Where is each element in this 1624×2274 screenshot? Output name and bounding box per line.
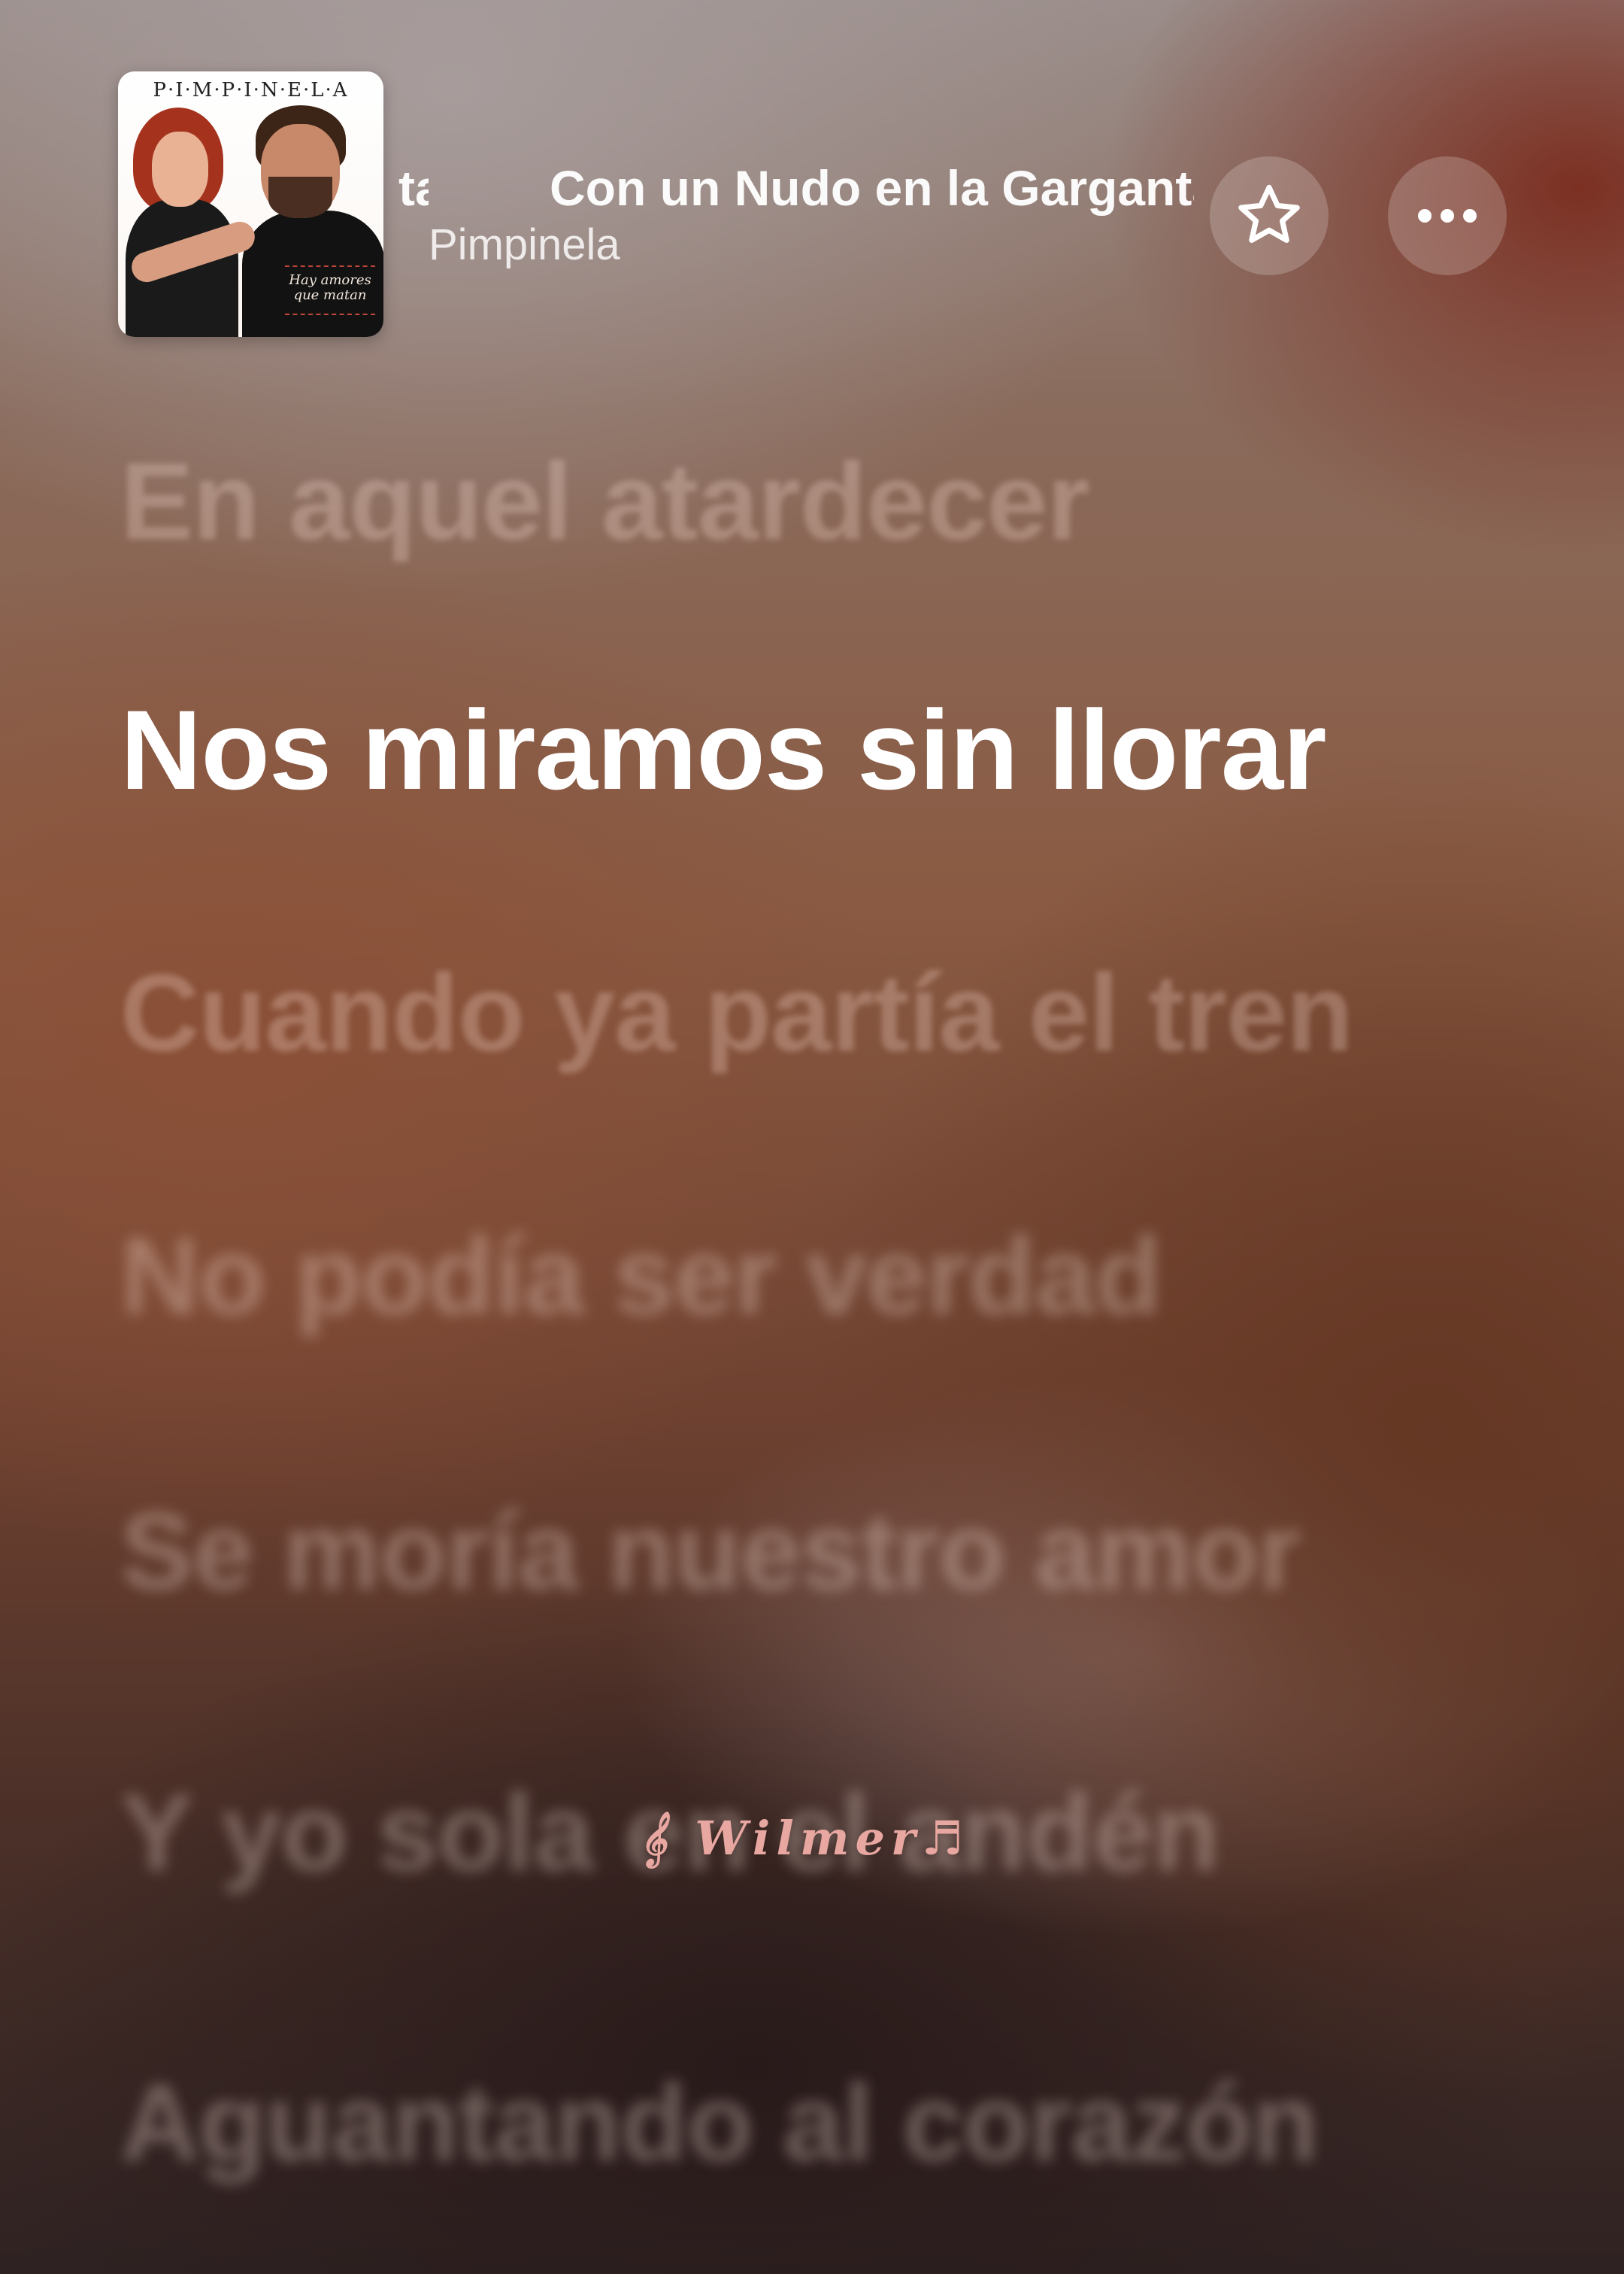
track-title-marquee-tail: ta bbox=[398, 160, 429, 216]
album-art-caption-line: Hay amores bbox=[289, 272, 371, 288]
lyric-line[interactable]: Se moría nuestro amor bbox=[120, 1487, 1301, 1615]
star-icon bbox=[1238, 184, 1300, 243]
lyric-line[interactable]: En aquel atardecer bbox=[120, 438, 1089, 565]
ellipsis-icon bbox=[1418, 209, 1477, 223]
album-art-caption: Hay amores que matan bbox=[285, 273, 375, 303]
lyric-line[interactable]: Cuando ya partía el tren bbox=[120, 949, 1353, 1077]
artist-name[interactable]: Pimpinela bbox=[429, 220, 620, 270]
background-gradient bbox=[0, 0, 1624, 2274]
album-art-band-name: P·I·M·P·I·N·E·L·A bbox=[153, 79, 349, 102]
album-art-figure-face bbox=[152, 132, 208, 207]
favorite-button[interactable] bbox=[1210, 156, 1329, 275]
album-art-decoration bbox=[285, 314, 375, 321]
album-art-figure-beard bbox=[268, 177, 332, 218]
track-title[interactable]: Con un Nudo en la Garganta bbox=[550, 158, 1194, 218]
lyric-line[interactable]: Aguantando al corazón bbox=[120, 2059, 1319, 2187]
lyric-line[interactable]: No podía ser verdad bbox=[120, 1212, 1162, 1340]
album-artwork[interactable]: P·I·M·P·I·N·E·L·A Hay amores que matan bbox=[118, 71, 383, 337]
watermark-signature: 𝄞 Wilmer♬ bbox=[639, 1811, 970, 1866]
album-art-caption-line: que matan bbox=[293, 287, 367, 303]
lyric-line-current[interactable]: Nos miramos sin llorar bbox=[120, 686, 1327, 814]
more-options-button[interactable] bbox=[1388, 156, 1507, 275]
